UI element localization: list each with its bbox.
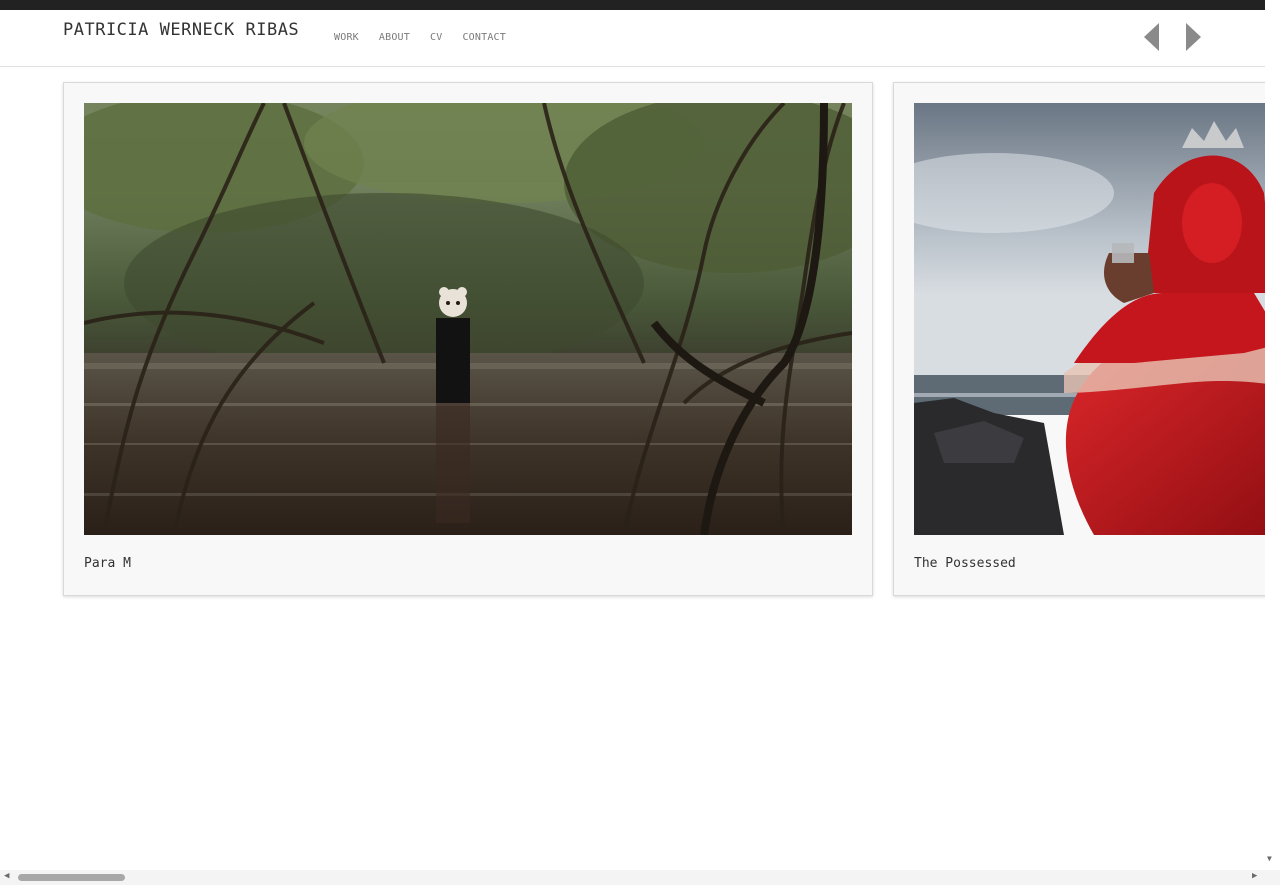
next-arrow-button[interactable] [1185,23,1201,51]
scroll-right-icon[interactable]: ▶ [1252,871,1257,881]
scroll-left-icon[interactable]: ◀ [4,871,9,881]
site-title-link[interactable]: PATRICIA WERNECK RIBAS [63,20,299,40]
horizontal-scrollbar[interactable] [0,870,1280,885]
gallery-card-para-m[interactable]: Para M [63,82,873,596]
possessed-photo-image [914,103,1280,535]
card-caption[interactable]: Para M [84,556,131,571]
prev-arrow-button[interactable] [1144,23,1160,51]
photo-para-m[interactable] [84,103,852,535]
nav-item-cv[interactable]: CV [430,32,442,43]
mangrove-photo-image [84,103,852,535]
nav-item-about[interactable]: ABOUT [379,32,410,43]
triangle-right-icon [1186,23,1201,51]
scroll-down-icon[interactable]: ▼ [1267,854,1272,863]
vertical-scrollbar[interactable] [1265,0,1280,870]
site-header: PATRICIA WERNECK RIBAS WORK ABOUT CV CON… [0,10,1265,67]
card-caption[interactable]: The Possessed [914,556,1016,571]
horizontal-scrollbar-thumb[interactable] [18,874,125,881]
nav-item-contact[interactable]: CONTACT [462,32,506,43]
top-strip [0,0,1280,10]
nav-item-work[interactable]: WORK [334,32,359,43]
photo-the-possessed[interactable] [914,103,1280,535]
gallery-card-the-possessed[interactable]: The Possessed [893,82,1280,596]
triangle-left-icon [1144,23,1159,51]
main-nav: WORK ABOUT CV CONTACT [334,32,506,43]
